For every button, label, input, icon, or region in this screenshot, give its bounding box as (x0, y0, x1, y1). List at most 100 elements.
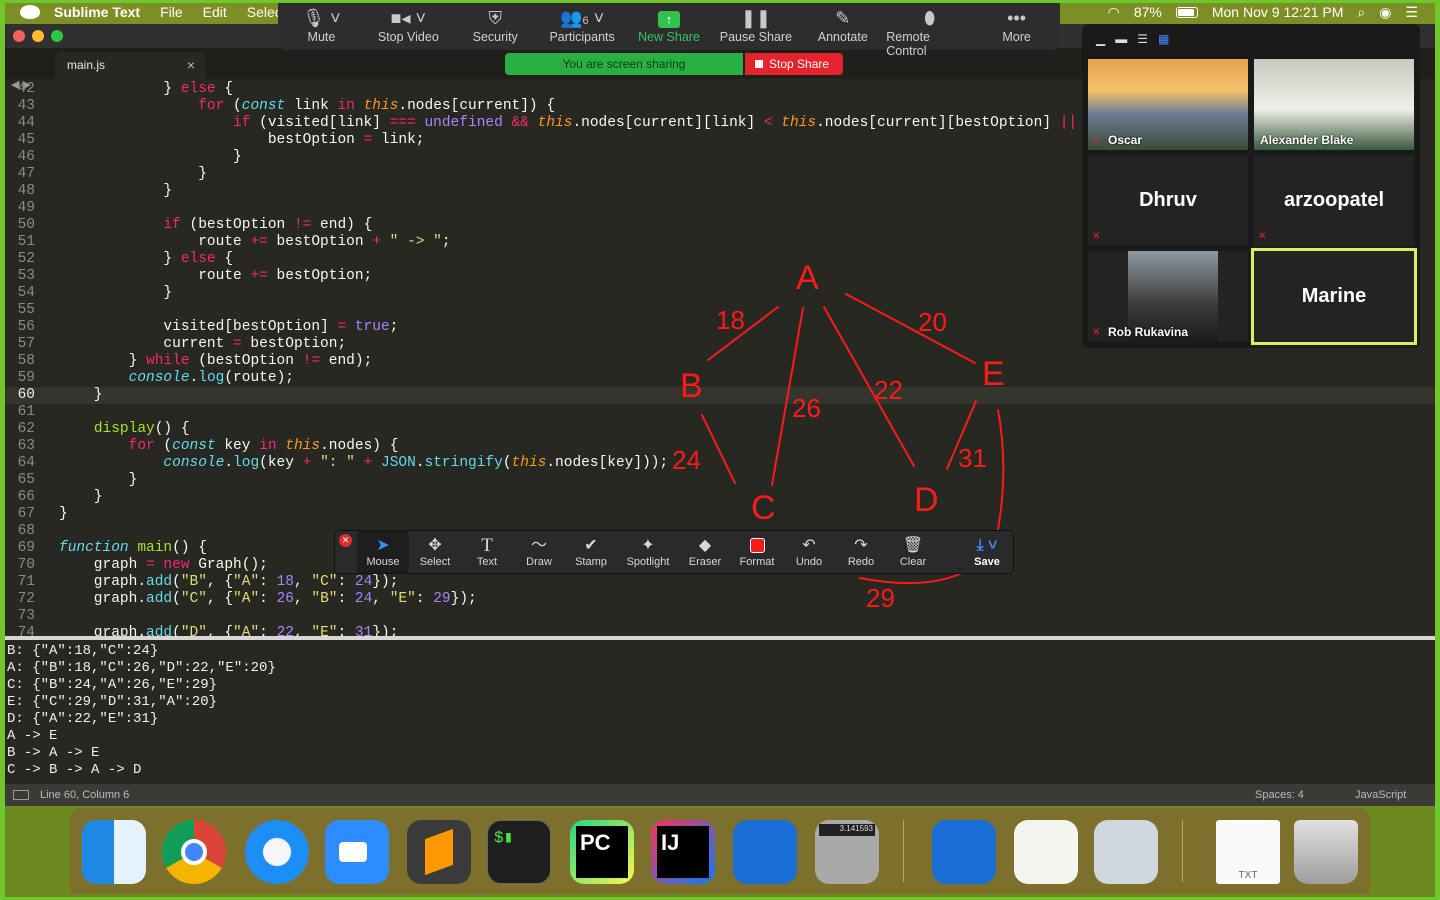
participant-tile[interactable]: ✕ Rob Rukavina (1088, 251, 1248, 342)
spotlight-search-icon[interactable]: ⌕ (1357, 4, 1365, 21)
tab-main-js[interactable]: main.js × (55, 52, 205, 79)
syntax-selector[interactable]: JavaScript (1355, 784, 1406, 806)
more-button[interactable]: ••• More (973, 0, 1060, 50)
safari-icon[interactable] (245, 820, 309, 884)
close-tab-icon[interactable]: × (187, 57, 195, 73)
annotate-button[interactable]: ✎ Annotate (799, 0, 886, 50)
redo-button[interactable]: ↷ Redo (835, 531, 887, 573)
weight-label: 31 (958, 443, 987, 473)
chrome-icon[interactable] (162, 820, 226, 884)
mouse-tool-button[interactable]: ➤ Mouse (357, 531, 409, 573)
menu-bar-status: ◠ 87% Mon Nov 9 12:21 PM ⌕ ◉ ☰ (1108, 0, 1418, 24)
magic-wand-icon: ✦ (641, 537, 655, 554)
muted-mic-icon: ✕ (1258, 231, 1267, 242)
text-icon: T (481, 535, 493, 556)
build-output-panel[interactable]: B: {"A":18,"C":24} A: {"B":18,"C":26,"D"… (5, 636, 1435, 778)
participants-button[interactable]: 👥6 ˅ Participants (539, 0, 626, 50)
xcode-icon[interactable] (733, 820, 797, 884)
gallery-view-controls: ▁ ▬ ☰ ▦ (1096, 32, 1169, 46)
participant-tile[interactable]: ✕ Oscar (1088, 59, 1248, 150)
control-center-icon[interactable]: ☰ (1405, 4, 1418, 21)
participant-tile-active-speaker[interactable]: Marine (1251, 248, 1417, 345)
weight-label: 18 (716, 305, 745, 335)
mouse-icon: ⬮ (924, 8, 936, 28)
undo-icon: ↶ (802, 537, 816, 554)
eraser-icon: ◆ (698, 537, 712, 554)
sublime-icon[interactable] (407, 820, 471, 884)
apple-icon[interactable] (20, 5, 40, 19)
preview-icon[interactable] (1094, 820, 1158, 884)
zoom-icon[interactable] (325, 820, 389, 884)
speaker-view-icon[interactable]: ▬ (1115, 32, 1127, 46)
remote-control-button[interactable]: ⬮ Remote Control (886, 0, 973, 58)
minimize-icon[interactable]: ▁ (1096, 32, 1105, 46)
cursor-position: Line 60, Column 6 (40, 789, 130, 801)
finder-icon[interactable] (82, 820, 146, 884)
output-line: A -> E (7, 728, 58, 744)
weight-label: 24 (672, 445, 701, 475)
intellij-icon[interactable]: IJ (651, 820, 715, 884)
new-share-button[interactable]: ↑ New Share (626, 0, 713, 50)
checkmark-icon: ✔ (584, 537, 598, 554)
format-tool-button[interactable]: Format (731, 531, 783, 573)
cursor-icon: ➤ (376, 537, 390, 554)
menu-file[interactable]: File (160, 4, 183, 20)
share-arrow-icon: ↑ (658, 6, 680, 30)
screen-sharing-banner: You are screen sharing (505, 53, 743, 75)
stop-share-button[interactable]: Stop Share (745, 53, 843, 75)
mute-button[interactable]: 🎙 ˅ Mute (278, 0, 365, 50)
stamp-tool-button[interactable]: ✔ Stamp (565, 531, 617, 573)
gallery-view-icon[interactable]: ▦ (1158, 32, 1169, 46)
strip-view-icon[interactable]: ☰ (1137, 32, 1148, 46)
draw-tool-button[interactable]: 〜 Draw (513, 531, 565, 573)
battery-icon[interactable] (1175, 6, 1198, 18)
weight-label: 22 (874, 375, 903, 405)
node-e: E (982, 355, 1005, 393)
security-button[interactable]: ⛨ Security (452, 0, 539, 50)
terminal-icon[interactable]: $▮ (487, 820, 551, 884)
node-d: D (914, 481, 939, 519)
output-line: C -> B -> A -> D (7, 762, 142, 778)
wifi-icon[interactable]: ◠ (1108, 4, 1120, 21)
status-bar: Line 60, Column 6 Spaces: 4 JavaScript (5, 784, 1435, 806)
battery-percent: 87% (1133, 4, 1162, 20)
stop-video-button[interactable]: ■◂ ˅ Stop Video (365, 0, 452, 50)
panel-toggle-icon[interactable] (13, 790, 29, 800)
output-line: D: {"A":22,"E":31} (7, 711, 159, 727)
indentation-setting[interactable]: Spaces: 4 (1255, 784, 1304, 806)
participant-gallery: ▁ ▬ ☰ ▦ ✕ Oscar Alexander Blake Dhruv ✕ … (1082, 24, 1420, 348)
weight-label: 26 (792, 393, 821, 423)
textedit-icon[interactable] (1014, 820, 1078, 884)
participant-tile[interactable]: arzoopatel ✕ (1254, 155, 1414, 246)
close-annotation-icon[interactable]: ✕ (339, 534, 352, 547)
clock[interactable]: Mon Nov 9 12:21 PM (1212, 4, 1344, 20)
txt-file-icon[interactable]: TXT (1216, 820, 1280, 884)
select-tool-button[interactable]: ✥ Select (409, 531, 461, 573)
calculator-icon[interactable]: 3.141593 (815, 820, 879, 884)
clear-button[interactable]: 🗑 Clear (887, 531, 939, 573)
menu-app-name[interactable]: Sublime Text (54, 4, 140, 20)
participant-tile[interactable]: Dhruv ✕ (1088, 155, 1248, 246)
save-button[interactable]: ⤓ ˅ Save (961, 531, 1013, 573)
siri-icon[interactable]: ◉ (1379, 4, 1391, 21)
zoom-window-button[interactable] (51, 30, 63, 42)
xcode-icon[interactable] (932, 820, 996, 884)
eraser-tool-button[interactable]: ◆ Eraser (679, 531, 731, 573)
shield-icon: ⛨ (488, 8, 502, 28)
edge-a-e (845, 293, 976, 364)
dock-separator (903, 820, 904, 882)
annotation-toolbar: ✕ ➤ Mouse ✥ Select T Text 〜 Draw ✔ Stamp ✦ Spo… (334, 530, 1014, 574)
pause-icon: ❚❚ (740, 8, 771, 28)
menu-edit[interactable]: Edit (203, 4, 227, 20)
undo-button[interactable]: ↶ Undo (783, 531, 835, 573)
pause-share-button[interactable]: ❚❚ Pause Share (712, 0, 799, 50)
spotlight-tool-button[interactable]: ✦ Spotlight (617, 531, 679, 573)
participant-tile[interactable]: Alexander Blake (1254, 59, 1414, 150)
menu-selection[interactable]: Selec (247, 4, 282, 20)
close-window-button[interactable] (13, 30, 25, 42)
trash-icon[interactable] (1294, 820, 1358, 884)
pycharm-icon[interactable]: PC (570, 820, 634, 884)
minimize-window-button[interactable] (32, 30, 44, 42)
participant-name: Oscar (1108, 133, 1143, 147)
text-tool-button[interactable]: T Text (461, 531, 513, 573)
